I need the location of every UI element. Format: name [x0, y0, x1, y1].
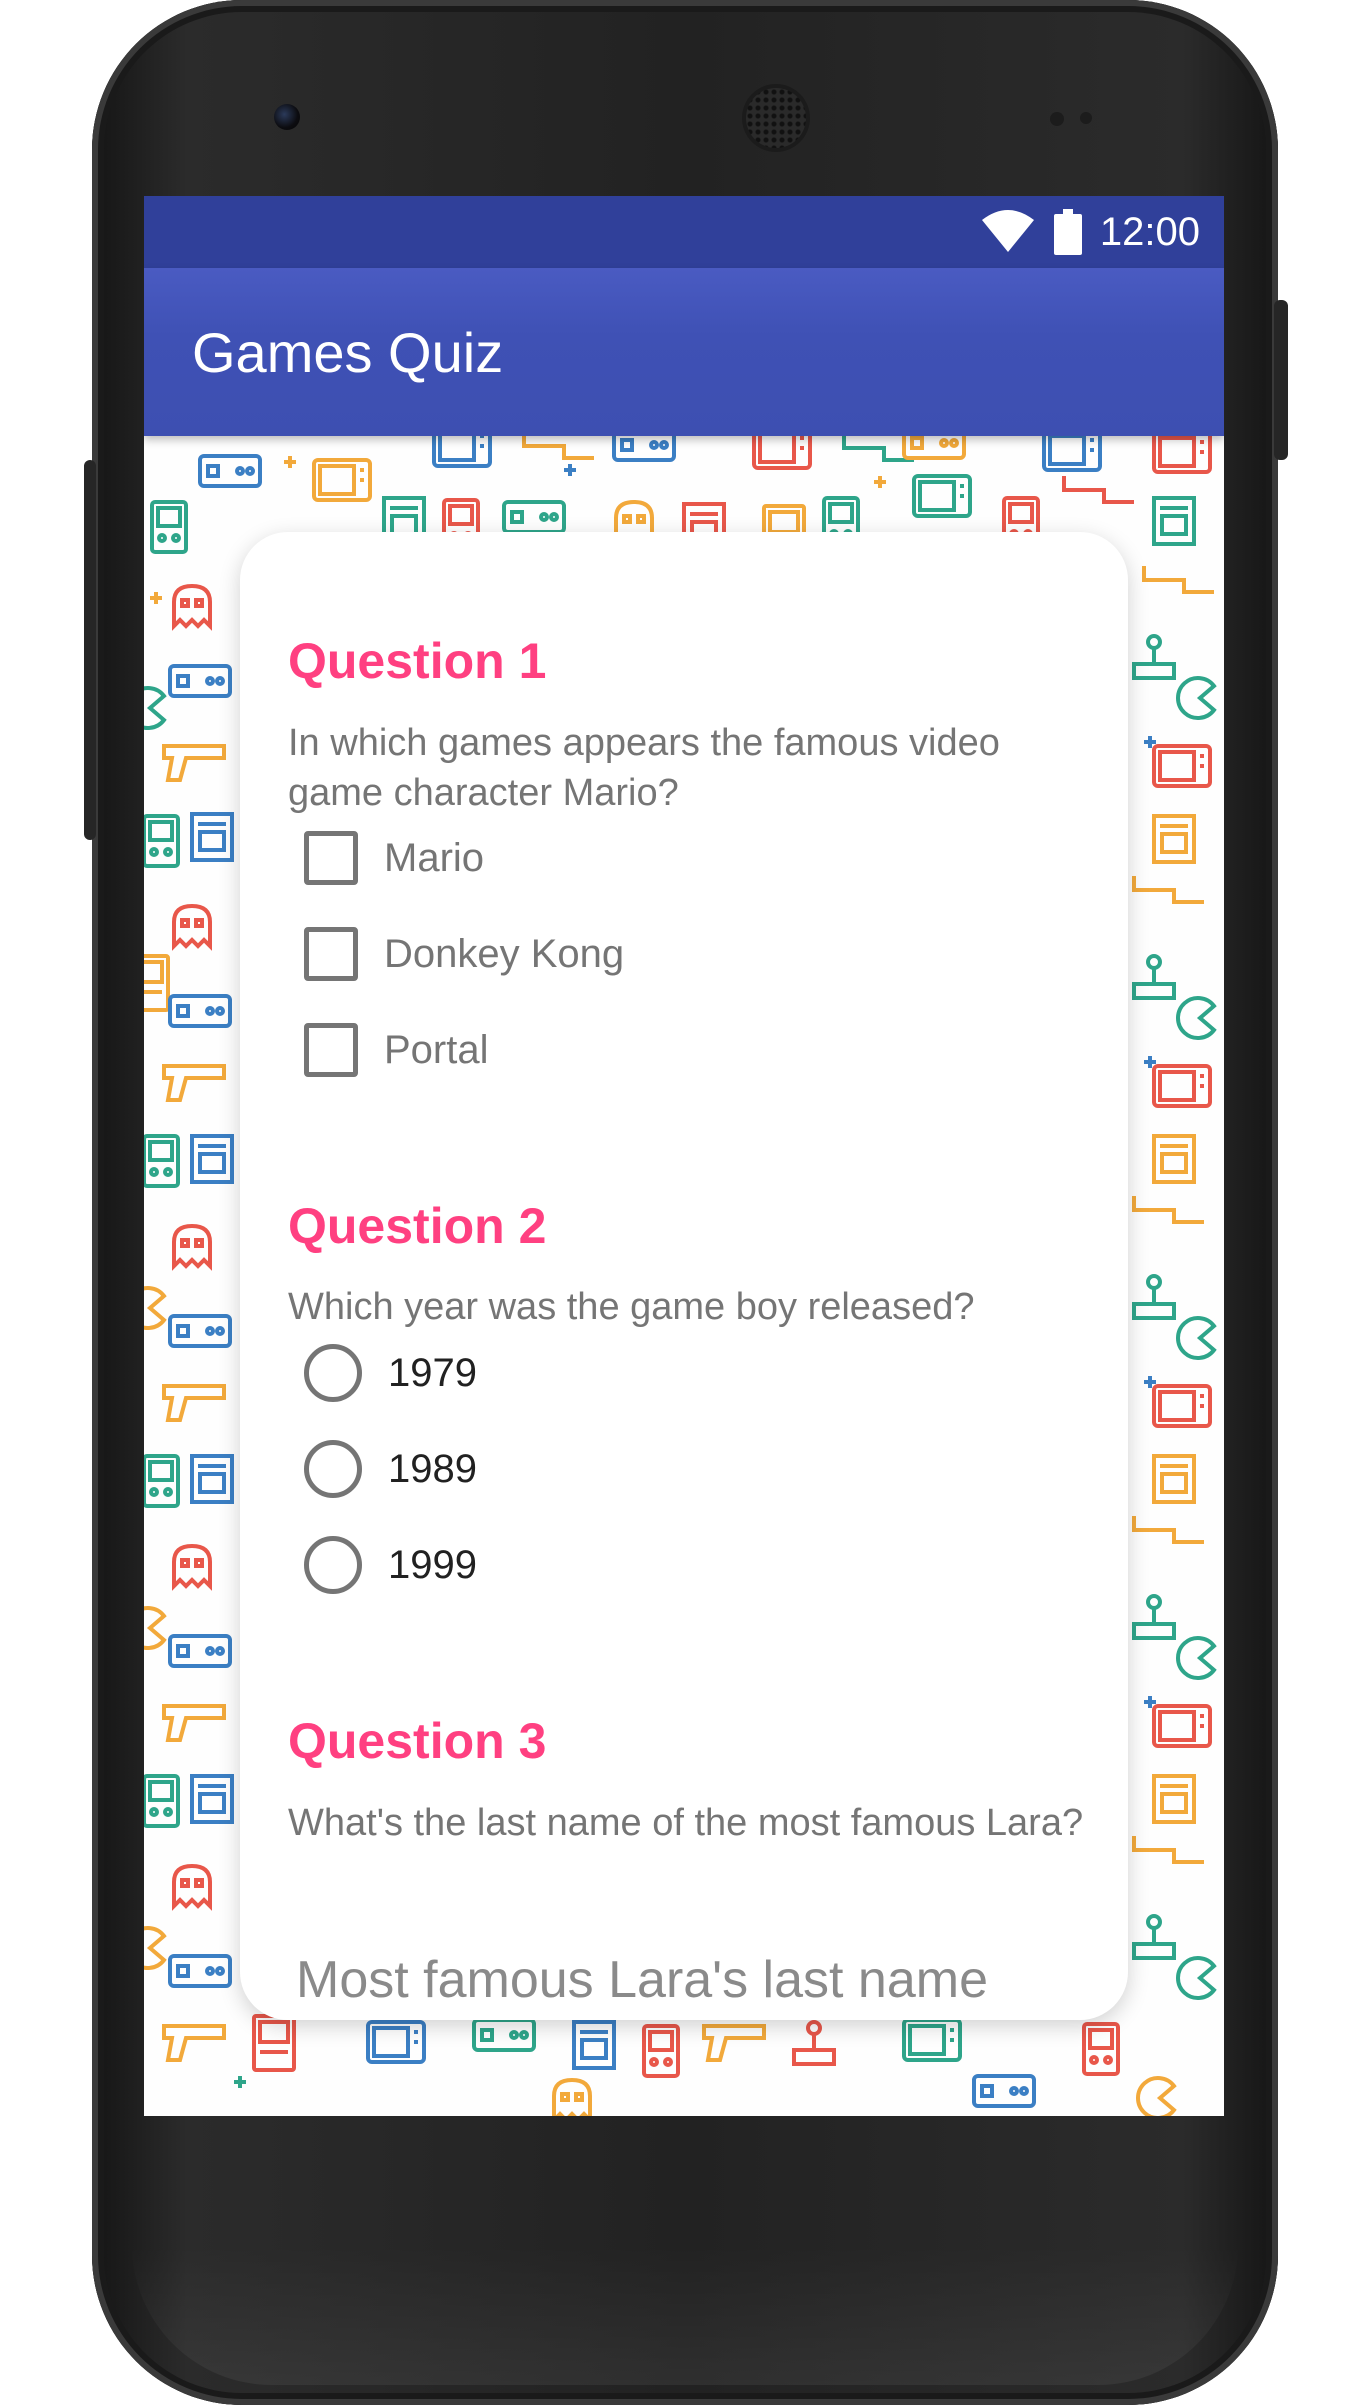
question-2-text: Which year was the game boy released?: [288, 1286, 975, 1328]
status-time: 12:00: [1099, 209, 1200, 254]
option-label: 1979: [388, 1350, 477, 1395]
radio-icon[interactable]: [304, 1536, 362, 1594]
volume-button[interactable]: [1274, 300, 1288, 460]
question-2-heading: Question 2: [288, 1198, 547, 1254]
pattern-bottom: [162, 2014, 1176, 2116]
question-1-text: In which games appears the famous video …: [288, 722, 1000, 814]
earpiece-speaker: [746, 88, 806, 148]
bezel-highlight: [132, 2245, 1238, 2385]
wifi-icon: [981, 210, 1034, 252]
proximity-sensor: [1050, 112, 1064, 126]
question-2-option-1999[interactable]: 1999: [304, 1529, 477, 1601]
power-button[interactable]: [84, 460, 96, 840]
option-label: 1989: [388, 1446, 477, 1491]
light-sensor: [1080, 112, 1092, 124]
pattern-right: [1132, 564, 1216, 2000]
pattern-left: [144, 584, 234, 1988]
question-2-option-1989[interactable]: 1989: [304, 1433, 477, 1505]
radio-icon[interactable]: [304, 1344, 362, 1402]
radio-icon[interactable]: [304, 1440, 362, 1498]
checkbox-icon[interactable]: [304, 1023, 358, 1077]
status-icons: 12:00: [980, 196, 1200, 268]
lara-last-name-input[interactable]: [296, 1950, 1076, 2010]
option-label: 1999: [388, 1542, 477, 1587]
option-label: Portal: [384, 1027, 489, 1072]
app-bar: Games Quiz: [144, 268, 1224, 436]
question-3-text: What's the last name of the most famous …: [288, 1802, 1084, 1844]
checkbox-icon[interactable]: [304, 927, 358, 981]
question-2-option-1979[interactable]: 1979: [304, 1337, 477, 1409]
option-label: Mario: [384, 835, 485, 880]
device-screen: 12:00 Games Quiz Question 1 In which gam…: [144, 196, 1224, 2116]
question-1-option-portal[interactable]: Portal: [304, 1014, 489, 1086]
question-3-heading: Question 3: [288, 1713, 547, 1769]
front-camera: [274, 104, 300, 130]
battery-icon: [1053, 209, 1082, 255]
question-1-heading: Question 1: [288, 633, 547, 689]
question-1-option-mario[interactable]: Mario: [304, 822, 484, 894]
quiz-card: Question 1 In which games appears the fa…: [240, 532, 1128, 2020]
status-bar: 12:00: [144, 196, 1224, 268]
question-1-option-donkey-kong[interactable]: Donkey Kong: [304, 918, 624, 990]
option-label: Donkey Kong: [384, 931, 625, 976]
app-title: Games Quiz: [192, 321, 504, 384]
checkbox-icon[interactable]: [304, 831, 358, 885]
